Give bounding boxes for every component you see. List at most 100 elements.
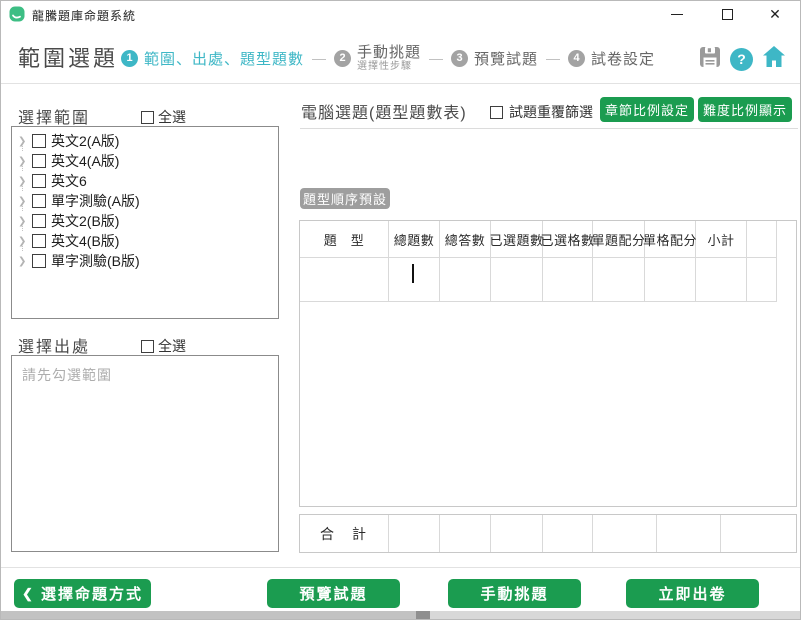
points-per-question-cell[interactable] xyxy=(593,258,645,302)
totals-cell xyxy=(593,515,657,552)
close-icon: ✕ xyxy=(769,6,781,23)
generate-paper-button[interactable]: 立即出卷 xyxy=(626,579,759,608)
tree-item-checkbox[interactable] xyxy=(32,234,46,248)
source-select-all[interactable]: 全選 xyxy=(141,336,186,356)
bottom-edge-notch xyxy=(416,611,430,619)
app-window: 龍騰題庫命題系統 ✕ 範圍選題 1 範圍、出處、題型題數 — 2 手動挑題 選擇… xyxy=(0,0,801,620)
step-1-label: 範圍、出處、題型題數 xyxy=(144,48,304,69)
manual-pick-button[interactable]: 手動挑題 xyxy=(448,579,581,608)
back-to-method-button[interactable]: ❮ 選擇命題方式 xyxy=(14,579,151,608)
window-title: 龍騰題庫命題系統 xyxy=(32,7,136,24)
source-select-all-checkbox[interactable] xyxy=(141,340,154,353)
preview-questions-button[interactable]: 預覽試題 xyxy=(267,579,400,608)
step-separator: — xyxy=(429,50,443,66)
source-panel: 請先勾選範圍 xyxy=(11,355,279,552)
table-header-row: 題 型總題數總答數已選題數已選格數單題配分單格配分小計 xyxy=(300,221,777,258)
source-placeholder: 請先勾選範圍 xyxy=(22,365,112,385)
main-divider xyxy=(300,128,798,129)
filler-cell xyxy=(747,258,777,302)
table-header-cell xyxy=(747,221,777,258)
tree-item-label: 英文2(A版) xyxy=(51,131,119,151)
tree-item[interactable]: ❯ 單字測驗(A版) xyxy=(12,191,278,211)
totals-cell xyxy=(543,515,593,552)
back-chevron-icon: ❮ xyxy=(22,586,35,602)
totals-row: 合 計 xyxy=(299,514,797,553)
tree-item-checkbox[interactable] xyxy=(32,254,46,268)
step-4-circle: 4 xyxy=(568,50,585,67)
totals-cell xyxy=(491,515,543,552)
step-2-label: 手動挑題 xyxy=(357,44,421,61)
range-select-all[interactable]: 全選 xyxy=(141,107,186,127)
source-select-all-label: 全選 xyxy=(158,336,186,356)
tree-item[interactable]: ❯ 英文2(A版) xyxy=(12,131,278,151)
step-3-circle: 3 xyxy=(451,50,468,67)
computer-select-title: 電腦選題(題型題數表) xyxy=(301,99,467,123)
chevron-right-icon[interactable]: ❯ xyxy=(18,196,32,207)
table-header-cell: 單題配分 xyxy=(593,221,645,258)
home-icon[interactable] xyxy=(762,45,786,73)
duplicate-filter[interactable]: 試題重覆篩選 xyxy=(490,102,593,122)
maximize-icon xyxy=(722,9,733,20)
qtype-cell[interactable] xyxy=(300,258,389,302)
totals-cell xyxy=(440,515,491,552)
text-caret xyxy=(412,264,414,283)
duplicate-filter-checkbox[interactable] xyxy=(490,106,503,119)
points-per-blank-cell[interactable] xyxy=(645,258,696,302)
total-questions-cell[interactable] xyxy=(389,258,440,302)
table-header-cell: 小計 xyxy=(696,221,747,258)
tree-item[interactable]: ❯ 英文4(B版) xyxy=(12,231,278,251)
close-button[interactable]: ✕ xyxy=(758,1,792,27)
tree-item-checkbox[interactable] xyxy=(32,194,46,208)
tree-item[interactable]: ❯ 英文2(B版) xyxy=(12,211,278,231)
selected-questions-cell[interactable] xyxy=(491,258,543,302)
table-header-cell: 單格配分 xyxy=(645,221,696,258)
bottom-edge-right xyxy=(430,611,800,619)
table-header-cell: 總題數 xyxy=(389,221,440,258)
tree-item-checkbox[interactable] xyxy=(32,154,46,168)
chevron-right-icon[interactable]: ❯ xyxy=(18,216,32,227)
chevron-right-icon[interactable]: ❯ xyxy=(18,176,32,187)
page-title: 範圍選題 xyxy=(18,41,118,73)
duplicate-filter-label: 試題重覆篩選 xyxy=(509,102,593,122)
range-select-all-checkbox[interactable] xyxy=(141,111,154,124)
difficulty-ratio-button[interactable]: 難度比例顯示 xyxy=(698,97,792,122)
tree-item-checkbox[interactable] xyxy=(32,214,46,228)
question-type-preset-button[interactable]: 題型順序預設 xyxy=(300,188,390,209)
maximize-button[interactable] xyxy=(710,1,744,27)
table-header-cell: 已選題數 xyxy=(491,221,543,258)
table-header-cell: 題 型 xyxy=(300,221,389,258)
tree-item[interactable]: ❯ 英文4(A版) xyxy=(12,151,278,171)
tree-item-checkbox[interactable] xyxy=(32,134,46,148)
header-divider xyxy=(1,83,801,84)
tree-item-checkbox[interactable] xyxy=(32,174,46,188)
tree-item-label: 英文4(A版) xyxy=(51,151,119,171)
source-section-title: 選擇出處 xyxy=(18,333,90,357)
range-tree-panel: ❯ 英文2(A版) ❯ 英文4(A版) ❯ 英文6 ❯ 單字測驗(A版) ❯ 英… xyxy=(11,126,279,319)
chevron-right-icon[interactable]: ❯ xyxy=(18,236,32,247)
help-icon[interactable]: ? xyxy=(730,48,753,71)
chapter-ratio-button[interactable]: 章節比例設定 xyxy=(600,97,694,122)
bottom-edge-left xyxy=(1,611,416,619)
selected-blanks-cell[interactable] xyxy=(543,258,593,302)
range-select-all-label: 全選 xyxy=(158,107,186,127)
tree-item[interactable]: ❯ 單字測驗(B版) xyxy=(12,251,278,271)
subtotal-cell[interactable] xyxy=(696,258,747,302)
totals-cell xyxy=(721,515,796,552)
total-answers-cell[interactable] xyxy=(440,258,491,302)
chevron-right-icon[interactable]: ❯ xyxy=(18,156,32,167)
tree-item-label: 英文4(B版) xyxy=(51,231,119,251)
app-logo-icon xyxy=(9,6,25,22)
window-bottom-edge xyxy=(1,611,800,619)
step-4-label: 試卷設定 xyxy=(591,48,655,69)
chevron-right-icon[interactable]: ❯ xyxy=(18,256,32,267)
tree-item-label: 單字測驗(B版) xyxy=(51,251,140,271)
step-separator: — xyxy=(546,50,560,66)
minimize-icon xyxy=(671,14,683,15)
chevron-right-icon[interactable]: ❯ xyxy=(18,136,32,147)
step-1-circle: 1 xyxy=(121,50,138,67)
totals-cell xyxy=(389,515,440,552)
save-icon[interactable] xyxy=(699,46,721,73)
range-section-title: 選擇範圍 xyxy=(18,104,90,128)
minimize-button[interactable] xyxy=(660,1,694,27)
tree-item[interactable]: ❯ 英文6 xyxy=(12,171,278,191)
